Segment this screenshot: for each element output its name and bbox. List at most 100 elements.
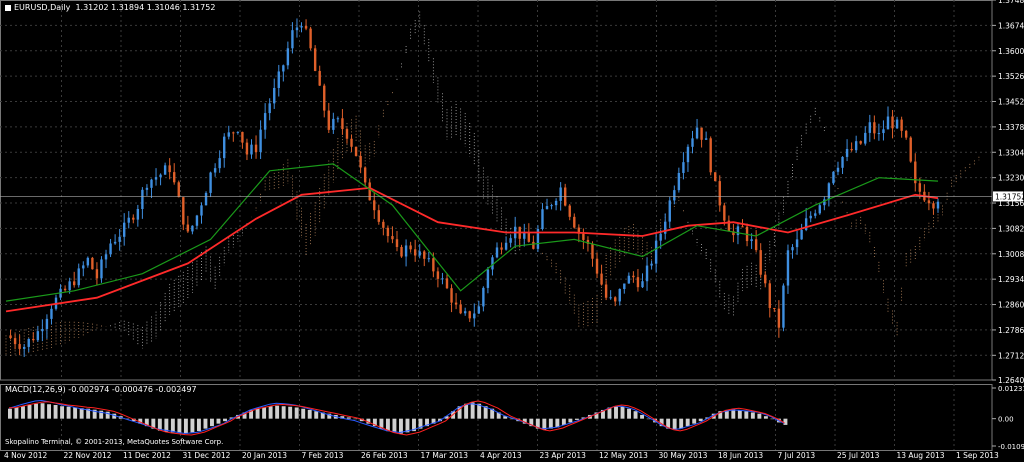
macd-hist-bar <box>183 418 188 434</box>
candle-body <box>32 338 35 341</box>
candle-body <box>627 275 631 284</box>
y-tick-label: 1.30080 <box>998 250 1024 259</box>
x-tick-label: 11 Dec 2012 <box>123 451 171 460</box>
candle-body <box>463 311 467 314</box>
macd-hist-bar <box>196 418 201 432</box>
y-tick-label: 1.36740 <box>998 21 1024 30</box>
macd-y-tick-label: 0.00 <box>998 416 1014 424</box>
y-tick-label: 1.30820 <box>998 224 1024 233</box>
grid-layer <box>0 0 993 451</box>
x-tick-label: 4 Apr 2013 <box>480 451 522 460</box>
candle-body <box>750 239 753 242</box>
macd-hist-bar <box>268 406 273 419</box>
candle-body <box>904 130 908 138</box>
chart-window-icon <box>5 4 11 11</box>
macd-hist-bar <box>275 405 280 419</box>
candle-body <box>468 311 471 319</box>
ma-slow-line <box>5 163 939 302</box>
candle-body <box>332 118 335 130</box>
candle-body <box>227 132 230 137</box>
candle-body <box>350 138 353 147</box>
macd-y-tick-label: -0.010975 <box>998 443 1024 451</box>
candle-body <box>391 236 394 240</box>
candle-body <box>386 227 390 237</box>
x-tick-label: 17 Mar 2013 <box>421 451 469 460</box>
candle-body <box>323 85 326 111</box>
candle-body <box>477 306 481 314</box>
y-tick-label: 1.36000 <box>998 47 1024 56</box>
candle-body <box>559 187 562 201</box>
candle-body <box>809 215 812 219</box>
candle-body <box>554 200 558 206</box>
candle-body <box>509 238 512 243</box>
macd-hist-bar <box>757 413 762 419</box>
candle-body <box>186 224 190 232</box>
candle-body <box>382 221 385 228</box>
candle-body <box>773 307 776 309</box>
candle-body <box>263 113 267 130</box>
candle-body <box>18 344 21 349</box>
candle-body <box>445 278 449 289</box>
macd-hist-bar <box>8 408 12 419</box>
candle-body <box>900 119 903 131</box>
macd-hist-bar <box>464 403 469 419</box>
candle-body <box>818 205 821 214</box>
y-tick-label: 1.37480 <box>998 0 1024 5</box>
candle-body <box>154 177 158 180</box>
macd-hist-bar <box>281 406 286 419</box>
candle-body <box>718 181 721 206</box>
candle-body <box>436 271 440 279</box>
macd-hist-bar <box>190 418 195 433</box>
candle-body <box>86 257 90 266</box>
candle-body <box>550 205 553 207</box>
x-tick-label: 26 Feb 2013 <box>361 451 408 460</box>
candle-body <box>482 287 485 307</box>
candle-body <box>191 225 194 232</box>
candle-body <box>63 288 67 291</box>
candle-body <box>177 182 180 198</box>
macd-hist-bar <box>783 418 788 425</box>
candle-body <box>695 127 699 139</box>
x-tick-label: 7 Feb 2013 <box>302 451 344 460</box>
candle-body <box>282 65 285 72</box>
y-tick-label: 1.33040 <box>998 148 1024 157</box>
macd-hist-bar <box>262 407 267 419</box>
candle-body <box>13 338 17 345</box>
candle-body <box>791 247 794 251</box>
x-tick-label: 7 Jul 2013 <box>778 451 816 460</box>
x-tick-label: 31 Dec 2012 <box>183 451 231 460</box>
candle-body <box>845 148 849 157</box>
chart-header: EURUSD,Daily 1.31202 1.31894 1.31046 1.3… <box>5 3 215 12</box>
y-tick-label: 1.27120 <box>998 351 1024 360</box>
candle-body <box>786 250 790 286</box>
macd-hist-bar <box>307 409 312 419</box>
candle-body <box>318 70 321 86</box>
macd-hist-bar <box>679 418 684 429</box>
candle-body <box>159 174 162 178</box>
macd-signal-line <box>8 400 785 436</box>
candle-body <box>241 131 244 143</box>
macd-hist-bar <box>60 406 65 419</box>
candle-body <box>782 285 785 328</box>
candle-body <box>113 241 117 244</box>
candle-body <box>109 243 112 255</box>
candle-body <box>932 203 935 209</box>
candle-body <box>595 258 599 274</box>
macd-hist-bar <box>346 417 351 419</box>
macd-hist-bar <box>210 418 214 427</box>
candle-body <box>636 277 640 288</box>
candle-body <box>618 289 621 302</box>
candle-body <box>168 165 171 173</box>
candle-body <box>309 28 312 49</box>
macd-hist-bar <box>750 412 755 419</box>
candle-body <box>764 274 767 284</box>
macd-panel <box>8 399 788 436</box>
candle-body <box>250 144 253 155</box>
candle-body <box>218 158 221 169</box>
candle-body <box>100 259 103 279</box>
candle-body <box>373 200 376 211</box>
candle-body <box>268 103 271 114</box>
y-tick-label: 1.28600 <box>998 301 1024 310</box>
candle-body <box>459 304 462 314</box>
macd-hist-bar <box>223 418 227 422</box>
